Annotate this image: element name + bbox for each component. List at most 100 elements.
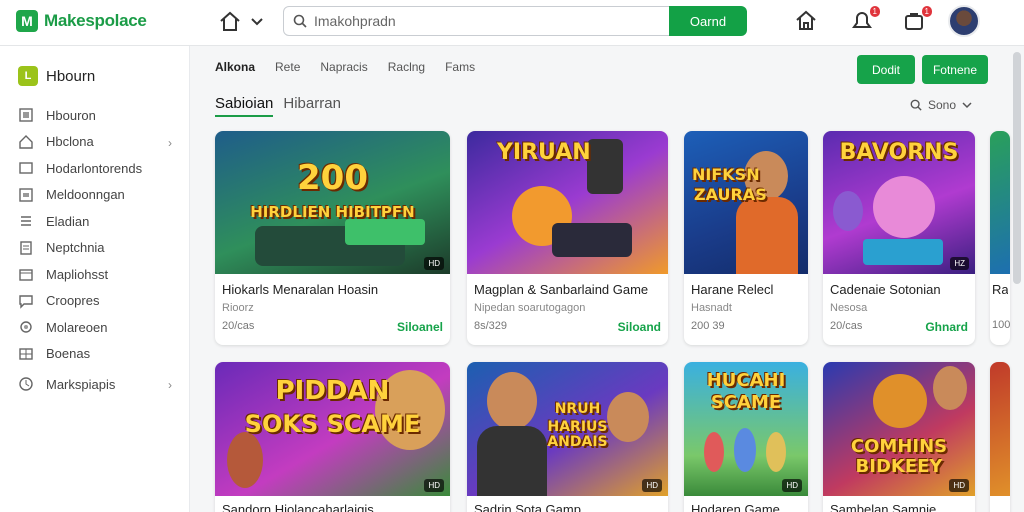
game-card[interactable]: PIDDAN SOKS SCAME HD Sandorn Hiolancahar…	[215, 362, 450, 512]
sidebar: L Hbourn Hbouron Hbclona › Hodarlontoren…	[0, 46, 190, 512]
chevron-down-icon	[962, 102, 972, 109]
game-thumbnail: NIFKSN ZAURAS	[684, 131, 808, 274]
sidebar-item-label: Hbclona	[46, 134, 94, 150]
sidebar-item-label: Hodarlontorends	[46, 160, 143, 176]
game-thumbnail: 200 HIRDLIEN HIBITPFN HD	[215, 131, 450, 274]
chat-icon	[19, 295, 33, 309]
game-thumbnail: YIRUAN	[467, 131, 668, 274]
store-icon[interactable]	[794, 9, 818, 33]
tab-2[interactable]: Napracis	[320, 60, 367, 74]
game-card[interactable]: NRUH HARIUS ANDAIS HD Sadrin Sota Gamp	[467, 362, 668, 512]
card-meta: 20/cas	[222, 320, 255, 332]
game-thumbnail: NRUH HARIUS ANDAIS HD	[467, 362, 668, 496]
sidebar-heading-label: Hbourn	[46, 67, 96, 85]
sidebar-item-4[interactable]: Eladian	[18, 208, 178, 235]
chevron-right-icon: ›	[168, 378, 172, 392]
quality-tag: HD	[782, 479, 802, 492]
brand-icon: L	[18, 66, 38, 86]
sidebar-item-7[interactable]: Croopres	[18, 288, 178, 315]
quality-tag: HD	[424, 479, 444, 492]
game-card[interactable]: COMHINS BIDKEEY HD Sambelan Samnie	[823, 362, 975, 512]
game-card[interactable]: YIRUAN Magplan & Sanbarlaind Game Nipeda…	[467, 131, 668, 345]
game-card-partial[interactable]	[990, 362, 1010, 512]
card-title: Hodaren Game	[691, 502, 780, 512]
sidebar-item-label: Meldoonngan	[46, 187, 125, 203]
search-button[interactable]: Oarnd	[669, 6, 747, 36]
thumbnail-title: BAVORNS	[839, 140, 959, 165]
card-title: Harane Relecl	[691, 282, 774, 297]
home-icon[interactable]	[218, 10, 242, 34]
game-thumbnail: HUCAHI SCAME HD	[684, 362, 808, 496]
sidebar-item-label: Boenas	[46, 346, 91, 362]
sidebar-heading[interactable]: L Hbourn	[18, 66, 95, 86]
section-tabs: Sabioian Hibarran	[215, 95, 341, 117]
tab-4[interactable]: Fams	[445, 60, 475, 74]
game-thumbnail: PIDDAN SOKS SCAME HD	[215, 362, 450, 496]
tab-3[interactable]: Raclng	[388, 60, 425, 74]
table-icon	[19, 348, 33, 360]
home-icon	[19, 134, 33, 149]
thumbnail-subtitle: SOKS SCAME	[244, 410, 421, 438]
image-icon	[19, 188, 33, 202]
card-title: Sambelan Samnie	[830, 502, 937, 512]
card-subtitle: Rioorz	[222, 302, 254, 314]
card-meta: 200 39	[691, 320, 725, 332]
document-icon	[20, 241, 32, 255]
logo[interactable]: M Makespolace	[16, 10, 147, 32]
card-subtitle: Nesosa	[830, 302, 868, 314]
game-card[interactable]: 200 HIRDLIEN HIBITPFN HD Hiokarls Menara…	[215, 131, 450, 345]
cart-icon[interactable]: 1	[902, 6, 932, 33]
search-placeholder: Imakohpradn	[314, 13, 396, 29]
card-subtitle: Nipedan soarutogagon	[474, 302, 586, 314]
chevron-down-icon[interactable]	[250, 12, 264, 32]
scrollbar[interactable]	[1013, 52, 1021, 284]
thumbnail-title: 200	[297, 158, 368, 198]
sidebar-item-label: Croopres	[46, 293, 100, 309]
game-card-partial[interactable]: Ra 100	[990, 131, 1010, 345]
avatar[interactable]	[948, 5, 980, 37]
card-title: Sadrin Sota Gamp	[474, 502, 581, 512]
sidebar-item-6[interactable]: Mapliohsst	[18, 261, 178, 288]
game-card[interactable]: BAVORNS HZ Cadenaie Sotonian Nesosa 20/c…	[823, 131, 975, 345]
card-title: Magplan & Sanbarlaind Game	[474, 282, 649, 297]
card-title: Hiokarls Menaralan Hoasin	[222, 282, 379, 297]
thumbnail-subtitle: ZAURAS	[694, 185, 767, 204]
quality-tag: HD	[424, 257, 444, 270]
sidebar-item-0[interactable]: Hbouron	[18, 102, 178, 129]
card-title: Cadenaie Sotonian	[830, 282, 941, 297]
section-tab-active[interactable]: Sabioian	[215, 95, 274, 117]
tab-1[interactable]: Rete	[275, 60, 300, 74]
sidebar-item-2[interactable]: Hodarlontorends	[18, 155, 178, 182]
sidebar-item-5[interactable]: Neptchnia	[18, 235, 178, 262]
quality-tag: HZ	[950, 257, 969, 270]
primary-action-button[interactable]: Dodit	[857, 55, 915, 84]
secondary-action-button[interactable]: Fotnene	[922, 55, 988, 84]
sidebar-item-10[interactable]: Markspiapis ›	[18, 371, 178, 398]
search-input[interactable]: Imakohpradn	[283, 6, 670, 36]
game-thumbnail: BAVORNS HZ	[823, 131, 975, 274]
game-card[interactable]: NIFKSN ZAURAS Harane Relecl Hasnadt 200 …	[684, 131, 808, 345]
thumbnail-subtitle: BIDKEEY	[855, 456, 943, 477]
card-price: Siloand	[617, 320, 661, 334]
section-tab-other[interactable]: Hibarran	[283, 95, 341, 117]
card-meta: 8s/329	[474, 320, 508, 332]
sidebar-item-label: Neptchnia	[46, 240, 105, 256]
sidebar-item-9[interactable]: Boenas	[18, 341, 178, 368]
tab-0[interactable]: Alkona	[215, 60, 255, 74]
thumbnail-title: COMHINS	[850, 436, 948, 457]
top-bar: M Makespolace Imakohpradn Oarnd 1 1	[0, 0, 1024, 46]
sort-dropdown[interactable]: Sono	[910, 98, 972, 112]
sidebar-item-3[interactable]: Meldoonngan	[18, 182, 178, 209]
card-subtitle: Hasnadt	[691, 302, 732, 314]
sidebar-item-label: Molareoen	[46, 319, 108, 335]
sidebar-item-1[interactable]: Hbclona ›	[18, 129, 178, 156]
sidebar-list: Hbouron Hbclona › Hodarlontorends Meldoo…	[18, 102, 178, 398]
notification-icon[interactable]: 1	[850, 6, 880, 33]
notification-badge: 1	[869, 6, 880, 17]
thumbnail-title: NRUH	[554, 401, 601, 417]
settings-icon	[20, 321, 32, 333]
sidebar-item-8[interactable]: Molareoen	[18, 314, 178, 341]
logo-text: Makespolace	[44, 11, 147, 30]
game-card[interactable]: HUCAHI SCAME HD Hodaren Game	[684, 362, 808, 512]
box-icon	[19, 269, 33, 281]
